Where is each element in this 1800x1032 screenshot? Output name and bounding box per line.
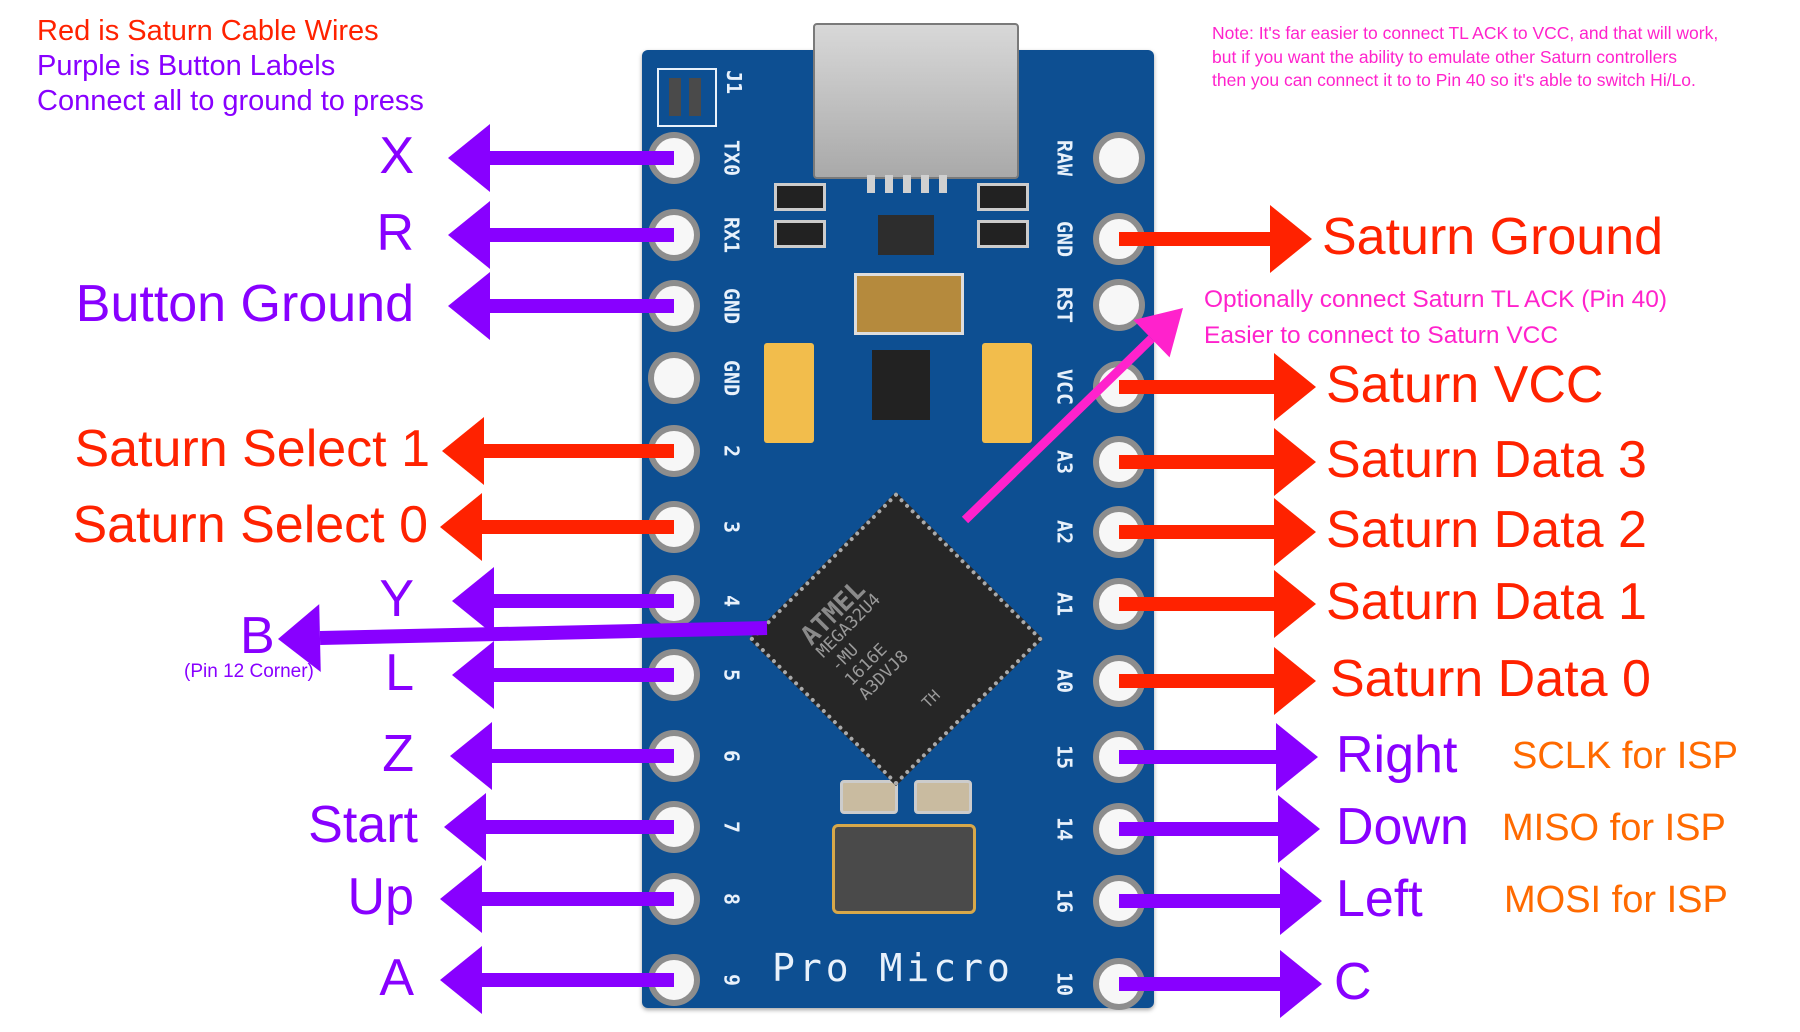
arrow-b-shaft [319, 621, 768, 646]
arrow-left-head [448, 201, 490, 269]
pin-label-right: Saturn Data 3 [1326, 431, 1647, 489]
pin-silkscreen-label: 8 [720, 893, 744, 905]
pin-label-left: Z [382, 725, 414, 783]
pin-label-right: Right [1336, 726, 1458, 784]
pin-silkscreen-label: GND [720, 360, 744, 396]
pin-silkscreen-label: RAW [1053, 140, 1077, 177]
arrow-right-head [1276, 723, 1318, 791]
pin-silkscreen-label: VCC [1053, 369, 1077, 405]
pin-silkscreen-label: A3 [1053, 450, 1077, 474]
pin-silkscreen-label: 10 [1053, 972, 1077, 996]
arrow-right-head [1274, 428, 1316, 496]
arrow-left-head [452, 567, 494, 635]
pin-label-left: Start [308, 796, 418, 854]
pin-silkscreen-label: RX1 [720, 217, 744, 253]
arrow-right-head [1274, 353, 1316, 421]
arrow-right-head [1274, 498, 1316, 566]
isp-label: MISO for ISP [1502, 807, 1726, 849]
pin-silkscreen-label: GND [720, 288, 744, 324]
arrow-left-head [450, 722, 492, 790]
tl-ack-note: Optionally connect Saturn TL ACK (Pin 40… [1204, 282, 1667, 354]
pin-silkscreen-label: A1 [1053, 592, 1077, 616]
pin-silkscreen-label: RST [1053, 287, 1077, 323]
arrow-right-head [1280, 950, 1322, 1018]
pin-label-left: Button Ground [75, 275, 414, 333]
b-label: B [240, 607, 275, 665]
pin-silkscreen-label: 4 [720, 595, 744, 607]
tl-ack-line-2: Easier to connect to Saturn VCC [1204, 322, 1559, 349]
arrow-left-head [440, 865, 482, 933]
arrow-right-head [1274, 570, 1316, 638]
pin-silkscreen-label: 14 [1053, 817, 1077, 841]
pin-silkscreen-label: A0 [1053, 669, 1077, 693]
pin-label-right: Saturn Ground [1322, 208, 1664, 266]
pin-silkscreen-label: 5 [720, 669, 744, 681]
pin-label-right: C [1334, 953, 1372, 1011]
pin-label-left: L [385, 644, 414, 702]
pin-silkscreen-label: TX0 [720, 140, 744, 176]
pin-silkscreen-label: 7 [720, 821, 744, 833]
arrow-right-head [1270, 205, 1312, 273]
pin-silkscreen-label: GND [1053, 221, 1077, 257]
arrow-tl-ack-shaft [961, 335, 1155, 524]
pin-label-left: Saturn Select 1 [74, 420, 430, 478]
pin-label-left: Saturn Select 0 [72, 496, 428, 554]
pin-silkscreen-label: 6 [720, 750, 744, 762]
pin-silkscreen-label: A2 [1053, 520, 1077, 544]
isp-label: SCLK for ISP [1512, 735, 1738, 777]
pin-label-right: Saturn VCC [1326, 356, 1604, 414]
pin-silkscreen-label: 3 [720, 521, 744, 533]
arrow-left-head [440, 493, 482, 561]
arrow-right-head [1280, 867, 1322, 935]
arrow-left-head [444, 793, 486, 861]
b-sublabel: (Pin 12 Corner) [184, 661, 314, 682]
pin-label-left: A [379, 949, 414, 1007]
pin-label-left: R [376, 204, 414, 262]
pin-label-right: Left [1336, 870, 1423, 928]
pin-label-left: X [379, 127, 414, 185]
arrow-left-head [442, 417, 484, 485]
pin-pad-right [1093, 132, 1145, 184]
arrow-right-head [1278, 795, 1320, 863]
pin-label-left: Up [347, 868, 414, 926]
arrow-left-head [440, 946, 482, 1014]
isp-label: MOSI for ISP [1504, 879, 1728, 921]
pin-silkscreen-label: 2 [720, 445, 744, 457]
pin-label-left: Y [379, 570, 414, 628]
arrow-left-head [448, 272, 490, 340]
pin-pad-left [648, 352, 700, 404]
tl-ack-line-1: Optionally connect Saturn TL ACK (Pin 40… [1204, 286, 1668, 313]
pin-label-right: Saturn Data 0 [1330, 650, 1651, 708]
pin-silkscreen-label: 16 [1053, 889, 1077, 913]
arrow-left-head [448, 124, 490, 192]
pin-label-right: Saturn Data 1 [1326, 573, 1647, 631]
pin-silkscreen-label: 15 [1053, 745, 1077, 769]
pin-silkscreen-label: 9 [720, 974, 744, 986]
arrow-right-head [1274, 647, 1316, 715]
pin-label-right: Saturn Data 2 [1326, 501, 1647, 559]
pin-label-right: Down [1336, 798, 1469, 856]
arrow-left-head [452, 641, 494, 709]
